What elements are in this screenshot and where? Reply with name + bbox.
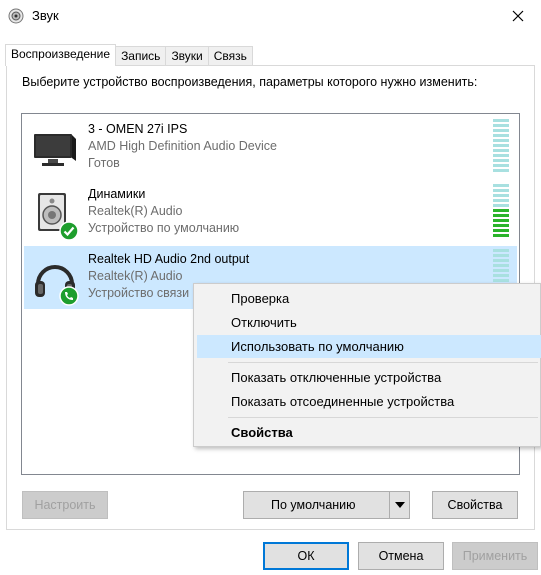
set-default-label: По умолчанию bbox=[271, 498, 356, 512]
level-segment bbox=[493, 189, 509, 192]
tab-playback[interactable]: Воспроизведение bbox=[5, 44, 117, 66]
device-item-speakers[interactable]: Динамики Realtek(R) Audio Устройство по … bbox=[24, 181, 517, 244]
ok-button[interactable]: ОК bbox=[263, 542, 349, 570]
device-driver: Realtek(R) Audio bbox=[88, 269, 183, 283]
menu-item-test[interactable]: Проверка bbox=[197, 287, 541, 310]
level-meter bbox=[493, 184, 509, 240]
set-default-split-button[interactable]: По умолчанию bbox=[243, 491, 410, 519]
level-segment bbox=[493, 219, 509, 222]
speaker-icon bbox=[8, 8, 24, 24]
menu-separator bbox=[228, 362, 538, 363]
menu-item-show-disabled[interactable]: Показать отключенные устройства bbox=[197, 366, 541, 389]
device-status: Устройство связи bbox=[88, 286, 190, 300]
level-segment bbox=[493, 214, 509, 217]
level-segment bbox=[493, 249, 509, 252]
level-segment bbox=[493, 159, 509, 162]
device-driver: Realtek(R) Audio bbox=[88, 204, 183, 218]
apply-button[interactable]: Применить bbox=[452, 542, 538, 570]
level-segment bbox=[493, 194, 509, 197]
context-menu: Проверка Отключить Использовать по умолч… bbox=[193, 283, 541, 447]
menu-item-set-default[interactable]: Использовать по умолчанию bbox=[197, 335, 541, 358]
level-segment bbox=[493, 269, 509, 272]
title-bar: Звук bbox=[0, 0, 541, 32]
window-title: Звук bbox=[32, 8, 59, 23]
configure-button[interactable]: Настроить bbox=[22, 491, 108, 519]
level-segment bbox=[493, 119, 509, 122]
monitor-icon bbox=[34, 134, 76, 166]
level-segment bbox=[493, 224, 509, 227]
level-segment bbox=[493, 274, 509, 277]
default-check-icon bbox=[59, 221, 79, 241]
level-segment bbox=[493, 139, 509, 142]
close-button[interactable] bbox=[495, 0, 541, 32]
level-segment bbox=[493, 279, 509, 282]
level-segment bbox=[493, 169, 509, 172]
tab-communications[interactable]: Связь bbox=[207, 46, 253, 66]
set-default-dropdown[interactable] bbox=[389, 491, 409, 519]
menu-item-disable[interactable]: Отключить bbox=[197, 311, 541, 334]
level-segment bbox=[493, 254, 509, 257]
device-status: Устройство по умолчанию bbox=[88, 221, 240, 235]
device-name: Динамики bbox=[88, 187, 146, 201]
level-segment bbox=[493, 204, 509, 207]
instruction-text: Выберите устройство воспроизведения, пар… bbox=[22, 75, 478, 89]
level-segment bbox=[493, 259, 509, 262]
device-name: 3 - OMEN 27i IPS bbox=[88, 122, 188, 136]
tab-recording[interactable]: Запись bbox=[115, 46, 167, 66]
menu-separator bbox=[228, 417, 538, 418]
device-item-omen[interactable]: 3 - OMEN 27i IPS AMD High Definition Aud… bbox=[24, 116, 517, 179]
device-name: Realtek HD Audio 2nd output bbox=[88, 252, 250, 266]
level-segment bbox=[493, 209, 509, 212]
level-segment bbox=[493, 164, 509, 167]
close-icon bbox=[512, 10, 524, 22]
level-segment bbox=[493, 264, 509, 267]
level-segment bbox=[493, 144, 509, 147]
tab-sounds[interactable]: Звуки bbox=[165, 46, 209, 66]
level-segment bbox=[493, 149, 509, 152]
level-segment bbox=[493, 234, 509, 237]
level-segment bbox=[493, 154, 509, 157]
level-segment bbox=[493, 184, 509, 187]
properties-button[interactable]: Свойства bbox=[432, 491, 518, 519]
menu-item-properties[interactable]: Свойства bbox=[197, 421, 541, 444]
level-segment bbox=[493, 229, 509, 232]
cancel-button[interactable]: Отмена bbox=[358, 542, 444, 570]
level-segment bbox=[493, 134, 509, 137]
communication-phone-icon bbox=[59, 286, 79, 306]
chevron-down-icon bbox=[394, 502, 405, 508]
tab-bar: Воспроизведение Запись Звуки Связь bbox=[5, 44, 253, 66]
device-status: Готов bbox=[88, 156, 120, 170]
level-segment bbox=[493, 199, 509, 202]
level-segment bbox=[493, 124, 509, 127]
level-meter bbox=[493, 119, 509, 175]
menu-item-show-disconnected[interactable]: Показать отсоединенные устройства bbox=[197, 390, 541, 413]
level-segment bbox=[493, 129, 509, 132]
device-driver: AMD High Definition Audio Device bbox=[88, 139, 277, 153]
